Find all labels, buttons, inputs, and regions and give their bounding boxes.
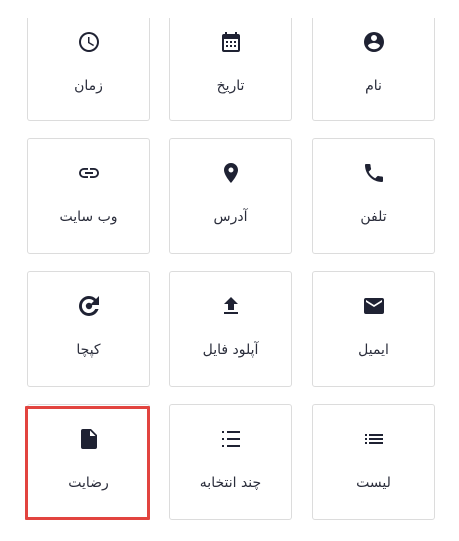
field-tile-label: تاریخ [216, 78, 245, 94]
link-icon [77, 161, 101, 185]
calendar-icon [219, 30, 243, 54]
location-pin-icon [219, 161, 243, 185]
field-tile-label: آدرس [213, 209, 248, 225]
field-tile-address[interactable]: آدرس [169, 138, 292, 254]
field-tile-list[interactable]: لیست [312, 404, 435, 520]
field-tile-name[interactable]: نام [312, 18, 435, 121]
field-tile-label: وب سایت [59, 209, 118, 225]
field-tile-label: ایمیل [358, 342, 389, 358]
field-tile-phone[interactable]: تلفن [312, 138, 435, 254]
document-icon [77, 427, 101, 451]
email-icon [362, 294, 386, 318]
field-tile-multiple-choice[interactable]: چند انتخابه [169, 404, 292, 520]
captcha-icon [77, 294, 101, 318]
checklist-icon [219, 427, 243, 451]
phone-icon [362, 161, 386, 185]
field-tile-time[interactable]: زمان [27, 18, 150, 121]
field-tile-email[interactable]: ایمیل [312, 271, 435, 387]
field-tile-label: تلفن [360, 209, 387, 225]
field-tile-label: کپچا [76, 342, 101, 358]
account-circle-icon [362, 30, 386, 54]
field-tile-date[interactable]: تاریخ [169, 18, 292, 121]
field-tile-label: رضایت [68, 475, 109, 491]
field-tile-label: لیست [356, 475, 391, 491]
field-tile-file-upload[interactable]: آپلود فایل [169, 271, 292, 387]
field-tile-label: نام [365, 78, 382, 94]
list-icon [362, 427, 386, 451]
field-tile-captcha[interactable]: کپچا [27, 271, 150, 387]
upload-icon [219, 294, 243, 318]
field-tile-label: آپلود فایل [202, 342, 259, 358]
field-tile-website[interactable]: وب سایت [27, 138, 150, 254]
field-tile-consent[interactable]: رضایت [27, 404, 150, 520]
clock-icon [77, 30, 101, 54]
field-tile-label: زمان [74, 78, 103, 94]
field-tile-label: چند انتخابه [199, 475, 262, 491]
